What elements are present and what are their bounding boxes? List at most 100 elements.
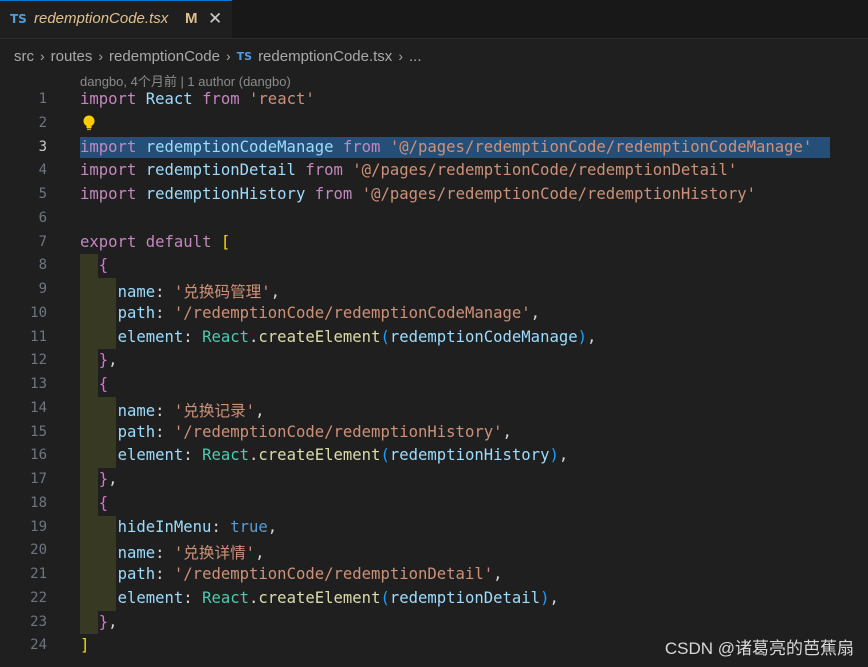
code-text: import redemptionCodeManage from '@/page… xyxy=(80,138,812,156)
code-line[interactable]: 23 }, xyxy=(0,611,868,635)
code-line[interactable]: 19 hideInMenu: true, xyxy=(0,516,868,540)
line-number: 1 xyxy=(38,91,47,107)
code-token: import xyxy=(80,90,137,108)
code-line[interactable]: 15 path: '/redemptionCode/redemptionHist… xyxy=(0,421,868,445)
code-token: , xyxy=(530,303,541,322)
code-line[interactable]: 14 name: '兑换记录', xyxy=(0,397,868,421)
code-text: { xyxy=(80,256,108,274)
code-token: '/redemptionCode/redemptionCodeManage' xyxy=(173,303,531,322)
code-text: path: '/redemptionCode/redemptionCodeMan… xyxy=(80,303,541,322)
code-token: : xyxy=(183,327,203,346)
code-token: '@/pages/redemptionCode/redemptionHistor… xyxy=(361,185,756,203)
code-line[interactable]: 6 xyxy=(0,207,868,231)
code-token: redemptionCodeManage xyxy=(389,327,578,346)
code-text: { xyxy=(80,375,108,393)
line-number: 4 xyxy=(38,162,47,179)
code-token: : xyxy=(155,565,174,583)
code-token: , xyxy=(587,327,597,346)
watermark: CSDN @诸葛亮的芭蕉扇 xyxy=(664,639,854,658)
code-token: '/redemptionCode/redemptionDetail' xyxy=(173,565,494,583)
breadcrumb-item-routes[interactable]: routes xyxy=(51,48,93,65)
code-token: '兑换记录' xyxy=(173,401,256,420)
code-text: }, xyxy=(80,470,118,488)
code-token: } xyxy=(98,470,109,488)
code-token: ( xyxy=(380,588,390,607)
code-token: redemptionDetail xyxy=(389,588,541,607)
code-line[interactable]: 18 { xyxy=(0,492,868,516)
breadcrumb-item-more[interactable]: ... xyxy=(409,48,422,65)
code-token: } xyxy=(98,351,109,370)
line-number: 8 xyxy=(38,257,47,274)
code-token: , xyxy=(270,283,281,301)
line-number: 14 xyxy=(30,399,47,416)
code-line[interactable]: 17 }, xyxy=(0,468,868,492)
line-number: 10 xyxy=(30,304,47,321)
code-token: path xyxy=(117,303,156,322)
breadcrumb-item-file[interactable]: redemptionCode.tsx xyxy=(258,48,392,65)
code-token: [ xyxy=(220,232,231,251)
code-token: from xyxy=(342,137,381,156)
code-line[interactable]: 2 xyxy=(0,112,868,136)
close-icon[interactable]: ✕ xyxy=(208,9,222,29)
code-line[interactable]: 3 import redemptionCodeManage from '@/pag… xyxy=(0,136,868,160)
code-token: redemptionHistory xyxy=(145,185,306,203)
code-token: from xyxy=(314,185,353,203)
code-token: true xyxy=(230,517,268,536)
code-token: : xyxy=(155,283,174,301)
code-text: { xyxy=(80,494,108,512)
line-number: 16 xyxy=(30,447,47,464)
editor-tab-bar: TS redemptionCode.tsx M ✕ xyxy=(0,0,868,39)
code-line[interactable]: 4 import redemptionDetail from '@/pages/r… xyxy=(0,159,868,183)
code-line[interactable]: 5 import redemptionHistory from '@/pages/… xyxy=(0,183,868,207)
code-line[interactable]: 10 path: '/redemptionCode/redemptionCode… xyxy=(0,302,868,326)
line-number: 11 xyxy=(30,328,47,345)
code-token: element xyxy=(117,446,184,465)
code-line[interactable]: 11 element: React.createElement(redempti… xyxy=(0,326,868,350)
breadcrumb-item-src[interactable]: src xyxy=(14,48,34,65)
code-text: name: '兑换码管理', xyxy=(80,280,280,302)
code-line[interactable]: 13 { xyxy=(0,373,868,397)
chevron-right-icon: › xyxy=(40,48,45,64)
code-line[interactable]: 1 import React from 'react' xyxy=(0,88,868,112)
code-line[interactable]: 16 element: React.createElement(redempti… xyxy=(0,444,868,468)
code-token: . xyxy=(249,446,259,465)
code-token: import xyxy=(80,137,137,156)
code-line[interactable]: 7 export default [ xyxy=(0,231,868,255)
breadcrumb-item-redemption-code[interactable]: redemptionCode xyxy=(109,48,220,65)
code-text: name: '兑换记录', xyxy=(80,399,265,421)
code-line[interactable]: 22 element: React.createElement(redempti… xyxy=(0,587,868,611)
code-text: ] xyxy=(80,636,89,654)
code-text: import React from 'react' xyxy=(80,90,315,108)
code-token: } xyxy=(98,612,109,631)
code-text: path: '/redemptionCode/redemptionHistory… xyxy=(80,423,512,441)
code-token: React xyxy=(202,446,250,465)
code-token: , xyxy=(267,517,278,536)
code-line[interactable]: 8 { xyxy=(0,254,868,278)
code-text: element: React.createElement(redemptionC… xyxy=(80,327,597,346)
tab-redemption-code[interactable]: TS redemptionCode.tsx M ✕ xyxy=(0,0,232,38)
line-number: 5 xyxy=(38,186,47,202)
lightbulb-icon[interactable] xyxy=(81,114,97,132)
code-editor[interactable]: 1 import React from 'react' 2 3 import redem… xyxy=(0,88,868,658)
code-text: import redemptionHistory from '@/pages/r… xyxy=(80,185,756,203)
code-line[interactable]: 21 path: '/redemptionCode/redemptionDeta… xyxy=(0,563,868,587)
code-line[interactable]: 20 name: '兑换详情', xyxy=(0,539,868,563)
code-token: ) xyxy=(549,446,559,465)
code-token: , xyxy=(493,565,503,583)
code-token: { xyxy=(98,375,109,393)
code-token: '/redemptionCode/redemptionHistory' xyxy=(173,422,503,441)
code-line[interactable]: 12 }, xyxy=(0,349,868,373)
code-line[interactable]: 9 name: '兑换码管理', xyxy=(0,278,868,302)
code-token: , xyxy=(255,401,265,420)
code-token: : xyxy=(183,588,203,607)
